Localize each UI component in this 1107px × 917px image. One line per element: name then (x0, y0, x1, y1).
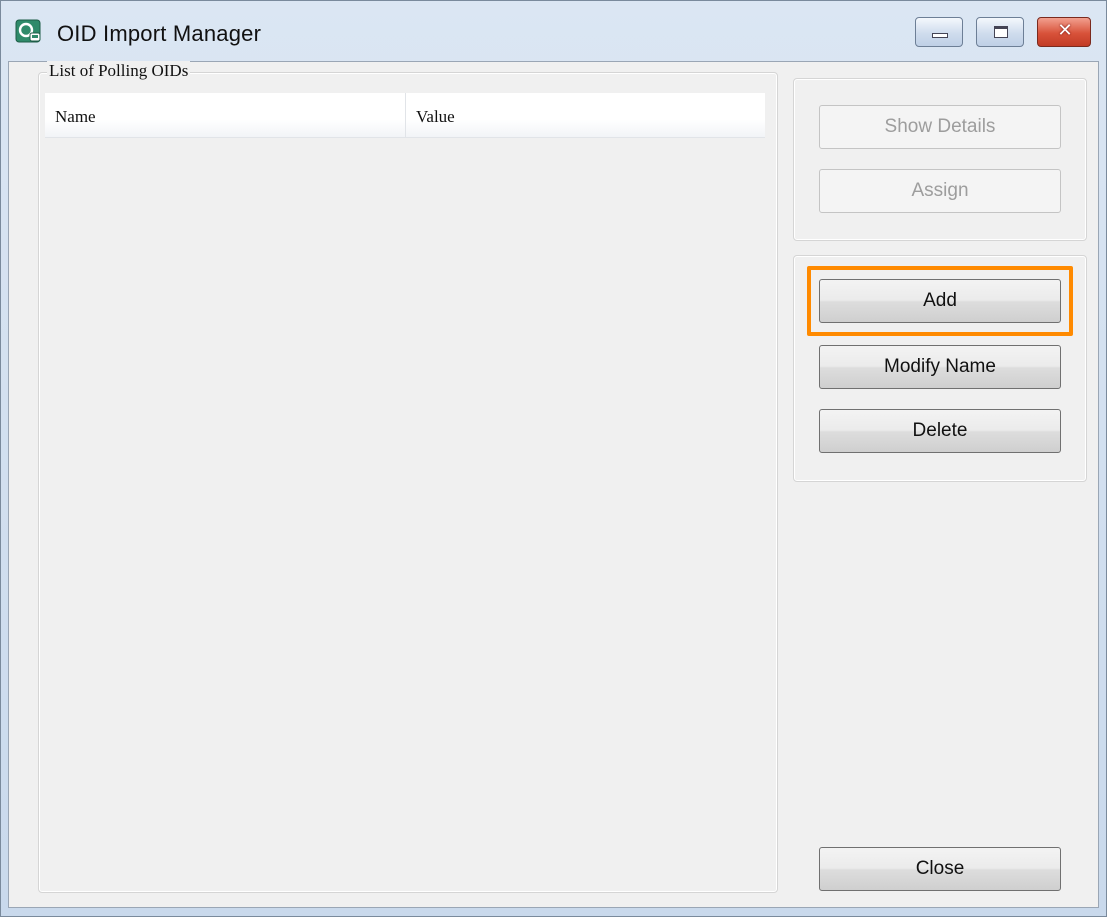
maximize-icon (994, 26, 1008, 38)
close-icon: ✕ (1057, 20, 1073, 41)
maximize-button[interactable] (976, 17, 1024, 47)
app-icon (15, 19, 41, 43)
title-bar[interactable]: OID Import Manager ✕ (1, 1, 1106, 61)
close-button[interactable]: Close (819, 847, 1061, 891)
minimize-icon (932, 33, 948, 38)
window-title: OID Import Manager (57, 21, 262, 46)
close-window-button[interactable]: ✕ (1037, 17, 1091, 47)
delete-button[interactable]: Delete (819, 409, 1061, 453)
list-header: Name Value (45, 93, 765, 138)
assign-button[interactable]: Assign (819, 169, 1061, 213)
dialog-client-area: List of Polling OIDs Name Value Show Det… (8, 61, 1099, 908)
minimize-button[interactable] (915, 17, 963, 47)
details-actions-group (793, 78, 1087, 241)
polling-oids-list[interactable]: Name Value (45, 93, 767, 873)
column-header-name[interactable]: Name (45, 93, 406, 137)
oid-import-manager-window: OID Import Manager ✕ List of Polling OID… (0, 0, 1107, 917)
modify-name-button[interactable]: Modify Name (819, 345, 1061, 389)
group-legend: List of Polling OIDs (47, 61, 191, 81)
show-details-button[interactable]: Show Details (819, 105, 1061, 149)
add-button[interactable]: Add (819, 279, 1061, 323)
column-header-value[interactable]: Value (406, 93, 765, 137)
